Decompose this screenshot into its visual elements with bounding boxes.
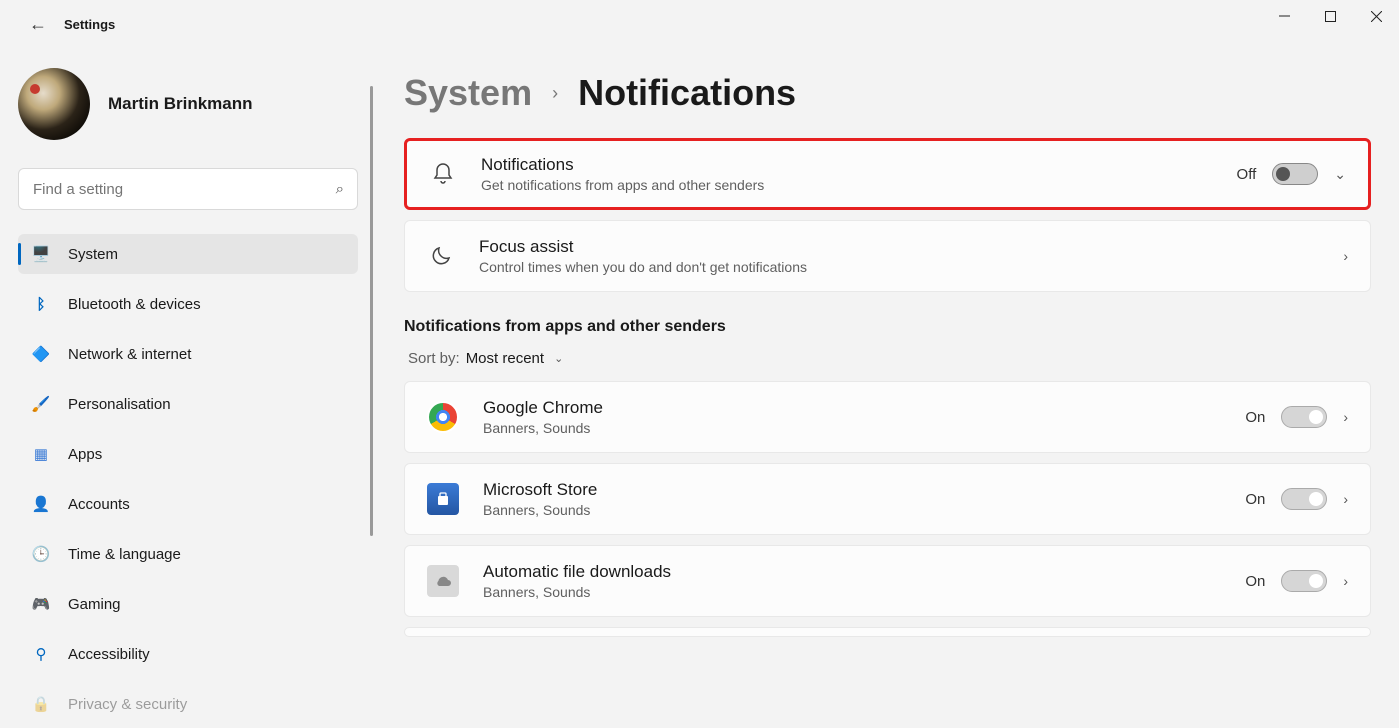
maximize-button[interactable] — [1307, 0, 1353, 32]
accessibility-icon: ⚲ — [32, 645, 50, 663]
person-icon: 👤 — [32, 495, 50, 513]
breadcrumb-parent[interactable]: System — [404, 72, 532, 114]
chevron-right-icon[interactable]: › — [1343, 409, 1348, 425]
sidebar-item-label: Network & internet — [68, 346, 191, 363]
moon-icon — [427, 242, 455, 270]
sidebar-item-label: Privacy & security — [68, 696, 187, 713]
sidebar-item-apps[interactable]: ▦ Apps — [18, 434, 358, 474]
search-wrap: ⌕ — [18, 168, 358, 210]
sidebar-item-system[interactable]: 🖥️ System — [18, 234, 358, 274]
shield-icon: 🔒 — [32, 695, 50, 713]
app-toggle[interactable] — [1281, 406, 1327, 428]
toggle-state-text: Off — [1237, 166, 1257, 183]
sidebar-item-label: Bluetooth & devices — [68, 296, 201, 313]
chevron-right-icon: › — [552, 83, 558, 104]
sort-by-dropdown[interactable]: Sort by: Most recent ⌄ — [404, 350, 1371, 367]
close-button[interactable] — [1353, 0, 1399, 32]
toggle-state-text: On — [1245, 491, 1265, 508]
card-title: Focus assist — [479, 237, 1319, 257]
app-name: Microsoft Store — [483, 480, 1221, 500]
main-content: System › Notifications Notifications Get… — [376, 48, 1399, 728]
sidebar-item-network[interactable]: 🔷 Network & internet — [18, 334, 358, 374]
paintbrush-icon: 🖌️ — [32, 395, 50, 413]
chevron-right-icon: › — [1343, 248, 1348, 264]
app-subtitle: Banners, Sounds — [483, 420, 1221, 436]
app-subtitle: Banners, Sounds — [483, 584, 1221, 600]
focus-assist-card[interactable]: Focus assist Control times when you do a… — [404, 220, 1371, 292]
bluetooth-icon: ᛒ — [32, 295, 50, 313]
app-name: Google Chrome — [483, 398, 1221, 418]
sidebar: Martin Brinkmann ⌕ 🖥️ System ᛒ Bluetooth… — [0, 48, 376, 728]
sidebar-item-label: Personalisation — [68, 396, 171, 413]
sidebar-item-time[interactable]: 🕒 Time & language — [18, 534, 358, 574]
sidebar-item-gaming[interactable]: 🎮 Gaming — [18, 584, 358, 624]
sidebar-item-label: System — [68, 246, 118, 263]
sort-label: Sort by: — [408, 350, 460, 367]
app-subtitle: Banners, Sounds — [483, 502, 1221, 518]
arrow-left-icon: ← — [29, 14, 47, 35]
window-controls — [1261, 0, 1399, 32]
bell-icon — [429, 160, 457, 188]
scrollbar[interactable] — [370, 86, 373, 536]
chevron-down-icon: ⌄ — [554, 352, 563, 365]
page-title: Notifications — [578, 72, 796, 114]
sort-value: Most recent — [466, 350, 544, 367]
app-toggle[interactable] — [1281, 570, 1327, 592]
clock-icon: 🕒 — [32, 545, 50, 563]
card-title: Notifications — [481, 155, 1213, 175]
avatar — [18, 68, 90, 140]
notifications-master-card[interactable]: Notifications Get notifications from app… — [404, 138, 1371, 210]
sidebar-item-personalisation[interactable]: 🖌️ Personalisation — [18, 384, 358, 424]
back-button[interactable]: ← — [18, 4, 58, 44]
sidebar-item-bluetooth[interactable]: ᛒ Bluetooth & devices — [18, 284, 358, 324]
minimize-button[interactable] — [1261, 0, 1307, 32]
section-heading: Notifications from apps and other sender… — [404, 318, 1371, 336]
sidebar-item-label: Apps — [68, 446, 102, 463]
app-notification-row-partial[interactable] — [404, 627, 1371, 637]
app-notification-row[interactable]: Automatic file downloads Banners, Sounds… — [404, 545, 1371, 617]
chevron-right-icon[interactable]: › — [1343, 573, 1348, 589]
search-icon: ⌕ — [336, 181, 344, 198]
chrome-icon — [427, 401, 459, 433]
sidebar-item-label: Accounts — [68, 496, 130, 513]
chevron-down-icon[interactable]: ⌄ — [1334, 166, 1346, 183]
search-input[interactable] — [18, 168, 358, 210]
card-subtitle: Get notifications from apps and other se… — [481, 177, 1213, 193]
app-title: Settings — [64, 17, 115, 32]
breadcrumb: System › Notifications — [404, 72, 1371, 114]
apps-icon: ▦ — [32, 445, 50, 463]
cloud-icon — [427, 565, 459, 597]
app-notification-row[interactable]: Microsoft Store Banners, Sounds On › — [404, 463, 1371, 535]
app-name: Automatic file downloads — [483, 562, 1221, 582]
gamepad-icon: 🎮 — [32, 595, 50, 613]
profile-name: Martin Brinkmann — [108, 94, 253, 114]
nav-list: 🖥️ System ᛒ Bluetooth & devices 🔷 Networ… — [18, 234, 358, 724]
toggle-state-text: On — [1245, 409, 1265, 426]
toggle-state-text: On — [1245, 573, 1265, 590]
app-toggle[interactable] — [1281, 488, 1327, 510]
notifications-toggle[interactable] — [1272, 163, 1318, 185]
card-subtitle: Control times when you do and don't get … — [479, 259, 1319, 275]
chevron-right-icon[interactable]: › — [1343, 491, 1348, 507]
sidebar-item-label: Gaming — [68, 596, 121, 613]
microsoft-store-icon — [427, 483, 459, 515]
titlebar: ← Settings — [0, 0, 1399, 48]
display-icon: 🖥️ — [32, 245, 50, 263]
profile-block[interactable]: Martin Brinkmann — [18, 68, 358, 140]
wifi-icon: 🔷 — [32, 345, 50, 363]
sidebar-item-privacy[interactable]: 🔒 Privacy & security — [18, 684, 358, 724]
sidebar-item-accessibility[interactable]: ⚲ Accessibility — [18, 634, 358, 674]
sidebar-item-accounts[interactable]: 👤 Accounts — [18, 484, 358, 524]
sidebar-item-label: Time & language — [68, 546, 181, 563]
app-notification-row[interactable]: Google Chrome Banners, Sounds On › — [404, 381, 1371, 453]
sidebar-item-label: Accessibility — [68, 646, 150, 663]
